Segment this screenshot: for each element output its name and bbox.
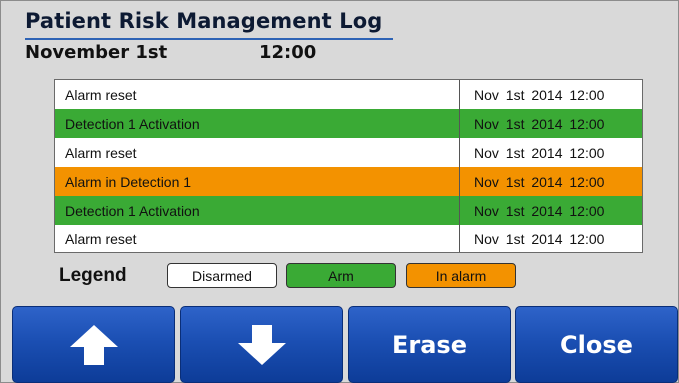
current-date: November 1st [25, 42, 168, 63]
legend-disarmed: Disarmed [167, 263, 277, 288]
main-panel: Patient Risk Management Log November 1st… [0, 0, 679, 383]
title-underline [25, 38, 393, 40]
log-row[interactable]: Detection 1 Activation Nov 1st 2014 12:0… [55, 109, 642, 138]
log-row[interactable]: Alarm reset Nov 1st 2014 12:00 [55, 225, 642, 252]
legend-in-alarm: In alarm [406, 263, 516, 288]
arrow-down-icon [237, 324, 286, 365]
current-time: 12:00 [259, 42, 317, 63]
event-log-table[interactable]: Alarm reset Nov 1st 2014 12:00 Detection… [54, 79, 643, 253]
log-event: Alarm reset [65, 230, 137, 247]
log-timestamp: Nov 1st 2014 12:00 [459, 225, 642, 252]
legend-arm: Arm [286, 263, 396, 288]
log-event: Alarm in Detection 1 [65, 173, 192, 190]
legend-label: Legend [59, 265, 127, 286]
log-row[interactable]: Detection 1 Activation Nov 1st 2014 12:0… [55, 196, 642, 225]
log-timestamp: Nov 1st 2014 12:00 [459, 138, 642, 167]
log-timestamp: Nov 1st 2014 12:00 [459, 196, 642, 225]
arrow-up-icon [69, 324, 118, 365]
close-button[interactable]: Close [515, 306, 678, 383]
page-title: Patient Risk Management Log [25, 9, 383, 33]
log-row[interactable]: Alarm in Detection 1 Nov 1st 2014 12:00 [55, 167, 642, 196]
log-timestamp: Nov 1st 2014 12:00 [459, 80, 642, 109]
log-timestamp: Nov 1st 2014 12:00 [459, 167, 642, 196]
log-event: Alarm reset [65, 144, 137, 161]
log-row[interactable]: Alarm reset Nov 1st 2014 12:00 [55, 138, 642, 167]
log-event: Detection 1 Activation [65, 202, 200, 219]
scroll-up-button[interactable] [12, 306, 175, 383]
erase-button[interactable]: Erase [348, 306, 511, 383]
log-row[interactable]: Alarm reset Nov 1st 2014 12:00 [55, 80, 642, 109]
log-event: Alarm reset [65, 86, 137, 103]
log-event: Detection 1 Activation [65, 115, 200, 132]
scroll-down-button[interactable] [180, 306, 343, 383]
log-timestamp: Nov 1st 2014 12:00 [459, 109, 642, 138]
